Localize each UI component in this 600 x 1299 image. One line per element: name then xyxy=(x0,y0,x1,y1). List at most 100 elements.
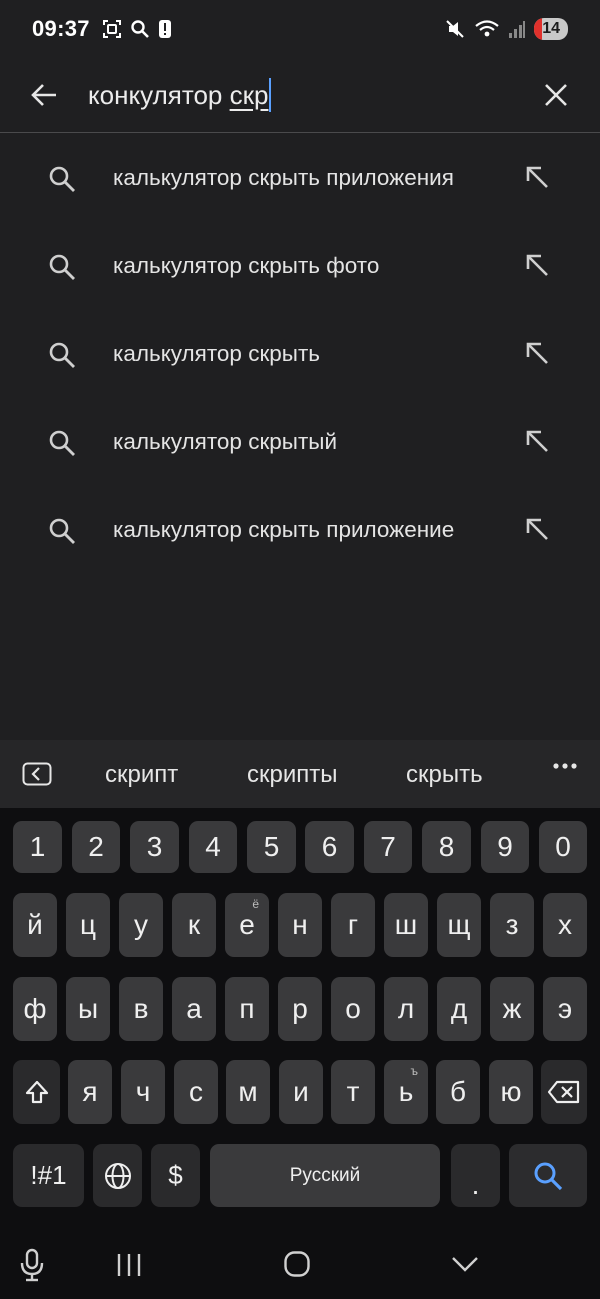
suggestion-item[interactable]: калькулятор скрыть приложения xyxy=(0,134,600,222)
space-key[interactable]: Русский xyxy=(210,1144,440,1207)
key-и[interactable]: и xyxy=(279,1060,323,1124)
suggestion-item[interactable]: калькулятор скрыть xyxy=(0,310,600,398)
key-3[interactable]: 3 xyxy=(130,821,179,873)
key-з[interactable]: з xyxy=(490,893,534,957)
keyboard-toolbar-back-icon[interactable] xyxy=(22,762,52,786)
key-е-label: е xyxy=(239,909,255,940)
key-а[interactable]: а xyxy=(172,977,216,1041)
key-в[interactable]: в xyxy=(119,977,163,1041)
key-б[interactable]: б xyxy=(436,1060,480,1124)
key-ф[interactable]: ф xyxy=(13,977,57,1041)
more-options-icon[interactable] xyxy=(552,762,578,770)
search-key[interactable] xyxy=(509,1144,587,1207)
backspace-key[interactable] xyxy=(541,1060,587,1124)
search-input[interactable]: конкулятор скр xyxy=(88,78,512,112)
key-л[interactable]: л xyxy=(384,977,428,1041)
key-ц[interactable]: ц xyxy=(66,893,110,957)
insert-suggestion-arrow-icon[interactable] xyxy=(524,340,552,368)
key-2[interactable]: 2 xyxy=(72,821,120,873)
chevron-down-icon[interactable] xyxy=(450,1254,480,1274)
suggestion-text: калькулятор скрыть приложения xyxy=(113,165,454,190)
key-й[interactable]: й xyxy=(13,893,57,957)
key-е-alt: ё xyxy=(252,897,259,911)
search-bar: конкулятор скр xyxy=(0,58,600,133)
status-bar: 09:37 14 xyxy=(0,0,600,58)
back-button[interactable] xyxy=(0,58,88,133)
insert-suggestion-arrow-icon[interactable] xyxy=(524,428,552,456)
key-к[interactable]: к xyxy=(172,893,216,957)
key-у[interactable]: у xyxy=(119,893,163,957)
search-icon xyxy=(49,518,75,544)
keyboard: 1 2 3 4 5 6 7 8 9 0 й ц у к е ё н г ш щ … xyxy=(0,808,600,1228)
key-н[interactable]: н xyxy=(278,893,322,957)
suggestion-list: калькулятор скрыть приложения калькулято… xyxy=(0,134,600,574)
battery-level: 14 xyxy=(542,20,560,37)
key-о[interactable]: о xyxy=(331,977,375,1041)
key-ь-alt: ъ xyxy=(410,1064,419,1078)
key-ь[interactable]: ь ъ xyxy=(384,1060,428,1124)
key-е[interactable]: е ё xyxy=(225,893,269,957)
word-suggestion[interactable]: скрипт xyxy=(105,761,178,789)
key-д[interactable]: д xyxy=(437,977,481,1041)
symbols-key[interactable]: !#1 xyxy=(13,1144,84,1207)
search-icon xyxy=(49,430,75,456)
key-5[interactable]: 5 xyxy=(247,821,296,873)
recent-apps-icon[interactable] xyxy=(116,1252,142,1278)
search-icon xyxy=(49,254,75,280)
shift-key[interactable] xyxy=(13,1060,60,1124)
key-с[interactable]: с xyxy=(174,1060,218,1124)
keyboard-suggestion-strip: скрипт скрипты скрыть xyxy=(0,740,600,808)
key-6[interactable]: 6 xyxy=(305,821,354,873)
period-key[interactable]: . xyxy=(451,1144,500,1207)
clear-button[interactable] xyxy=(512,58,600,133)
key-ш[interactable]: ш xyxy=(384,893,428,957)
suggestion-item[interactable]: калькулятор скрытый xyxy=(0,398,600,486)
battery-indicator: 14 xyxy=(534,18,568,40)
close-icon xyxy=(545,84,567,106)
suggestion-text: калькулятор скрыть фото xyxy=(113,253,380,278)
key-0[interactable]: 0 xyxy=(539,821,587,873)
key-т[interactable]: т xyxy=(331,1060,375,1124)
search-status-icon xyxy=(131,20,149,38)
suggestion-text: калькулятор скрытый xyxy=(113,429,338,454)
microphone-icon[interactable] xyxy=(18,1248,46,1282)
key-ы[interactable]: ы xyxy=(66,977,110,1041)
key-7[interactable]: 7 xyxy=(364,821,412,873)
word-suggestion[interactable]: скрыть xyxy=(406,761,483,789)
currency-key[interactable]: $ xyxy=(151,1144,200,1207)
suggestion-item[interactable]: калькулятор скрыть приложение xyxy=(0,486,600,574)
screenshot-icon xyxy=(102,20,121,38)
key-9[interactable]: 9 xyxy=(481,821,529,873)
key-щ[interactable]: щ xyxy=(437,893,481,957)
key-1[interactable]: 1 xyxy=(13,821,62,873)
language-key[interactable] xyxy=(93,1144,142,1207)
suggestion-text: калькулятор скрыть приложение xyxy=(113,517,455,542)
key-х[interactable]: х xyxy=(543,893,587,957)
insert-suggestion-arrow-icon[interactable] xyxy=(524,164,552,192)
key-г[interactable]: г xyxy=(331,893,375,957)
backspace-icon xyxy=(547,1080,580,1104)
mute-icon xyxy=(446,20,464,38)
key-р[interactable]: р xyxy=(278,977,322,1041)
search-query-prefix: конкулятор xyxy=(88,79,230,110)
status-left-icons xyxy=(102,19,172,39)
insert-suggestion-arrow-icon[interactable] xyxy=(524,516,552,544)
key-ч[interactable]: ч xyxy=(121,1060,165,1124)
alert-icon xyxy=(158,20,171,38)
text-caret xyxy=(269,78,272,112)
key-4[interactable]: 4 xyxy=(189,821,237,873)
key-ю[interactable]: ю xyxy=(489,1060,533,1124)
key-ж[interactable]: ж xyxy=(490,977,534,1041)
key-я[interactable]: я xyxy=(68,1060,112,1124)
insert-suggestion-arrow-icon[interactable] xyxy=(524,252,552,280)
search-icon xyxy=(49,342,75,368)
key-э[interactable]: э xyxy=(543,977,587,1041)
search-icon xyxy=(534,1162,563,1190)
key-м[interactable]: м xyxy=(226,1060,270,1124)
word-suggestion[interactable]: скрипты xyxy=(247,761,338,789)
key-п[interactable]: п xyxy=(225,977,269,1041)
globe-icon xyxy=(104,1162,131,1189)
suggestion-item[interactable]: калькулятор скрыть фото xyxy=(0,222,600,310)
home-icon[interactable] xyxy=(283,1250,311,1278)
key-8[interactable]: 8 xyxy=(422,821,471,873)
